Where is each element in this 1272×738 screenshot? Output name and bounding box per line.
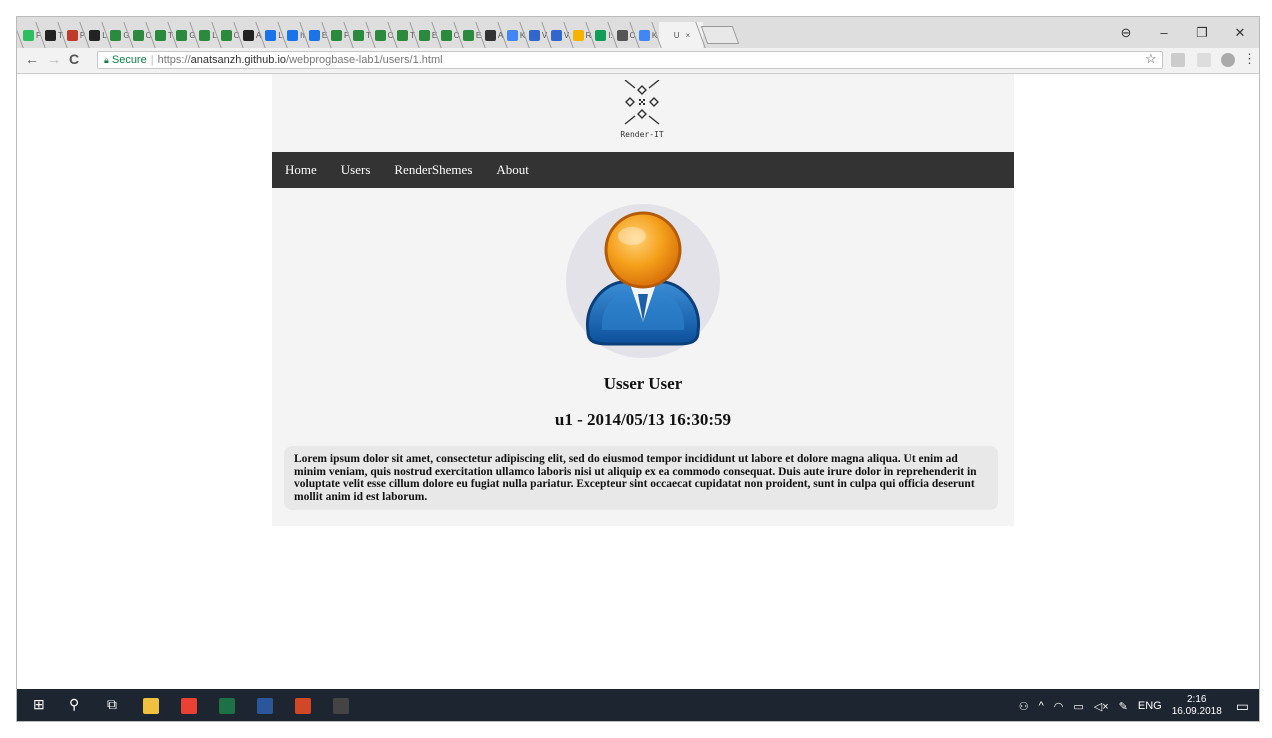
tabs: F T P L G C T G L C A Lh E F T C T E C E A K V V R I: C K U ×: [21, 22, 740, 48]
github-icon: [242, 29, 254, 41]
tab-title: U: [673, 30, 680, 40]
nav-home[interactable]: Home: [285, 162, 317, 178]
people-icon[interactable]: ⚇: [1019, 700, 1029, 713]
site-header: Render-IT: [272, 74, 1014, 152]
chevron-up-icon[interactable]: ^: [1039, 700, 1044, 712]
address-bar[interactable]: 🔒︎ Secure | https://anatsanzh.github.io/we…: [97, 51, 1163, 69]
drive-icon: [572, 29, 584, 41]
tab-strip: F T P L G C T G L C A Lh E F T C T E C E A K V V R I: C K U × ⊖ – ❐ ✕: [17, 17, 1259, 48]
code-icon: [199, 29, 211, 41]
code-icon: [220, 29, 232, 41]
system-tray: ⚇ ^ ◠ ▭ ◁× ✎ ENG 2:16 16.09.2018 ▭: [1019, 689, 1259, 721]
secure-label: Secure: [111, 54, 147, 66]
site-nav: Home Users RenderShemes About: [272, 152, 1014, 188]
wikipedia-icon: [550, 29, 562, 41]
pb-icon: [616, 29, 628, 41]
profile-icon: [66, 29, 78, 41]
chrome-icon[interactable]: [181, 698, 197, 714]
url-host: anatsanzh.github.io: [190, 54, 287, 66]
extension-icon[interactable]: [1221, 53, 1235, 67]
code-icon: [132, 29, 144, 41]
url-scheme: https://: [157, 54, 191, 66]
window-controls: ⊖ – ❐ ✕: [1107, 17, 1259, 48]
wikipedia-icon: [528, 29, 540, 41]
code-icon: [462, 29, 474, 41]
extension-icon[interactable]: [1197, 53, 1211, 67]
browser-toolbar: ← → C 🔒︎ Secure | https://anatsanzh.github…: [17, 48, 1259, 74]
code-icon: [440, 29, 452, 41]
drive-icon: [595, 29, 607, 41]
site-logo[interactable]: Render-IT: [612, 79, 672, 144]
nav-renderschemes[interactable]: RenderShemes: [394, 162, 472, 178]
nav-users[interactable]: Users: [341, 162, 371, 178]
pen-icon[interactable]: ✎: [1119, 700, 1128, 713]
code-icon: [331, 29, 343, 41]
word-icon[interactable]: [257, 698, 273, 714]
docs-icon: [638, 29, 650, 41]
notifications-icon[interactable]: ▭: [1236, 698, 1249, 715]
profile-icon[interactable]: ⊖: [1107, 25, 1145, 41]
menu-icon[interactable]: ⋮: [1243, 51, 1256, 67]
user-avatar-icon: [566, 204, 720, 358]
clock-date: 16.09.2018: [1171, 706, 1222, 717]
windows-start-icon[interactable]: ⊞: [33, 696, 45, 713]
logo-icon: [624, 79, 660, 125]
code-icon: [397, 29, 409, 41]
bookmark-star-icon[interactable]: ☆: [1145, 51, 1157, 67]
docs-icon: [506, 29, 518, 41]
explorer-icon[interactable]: [143, 698, 159, 714]
minimize-button[interactable]: –: [1145, 25, 1183, 40]
new-tab-button[interactable]: [700, 22, 740, 48]
slides-icon: [265, 29, 277, 41]
restore-button[interactable]: ❐: [1183, 25, 1221, 41]
clock[interactable]: 2:16 16.09.2018: [1172, 694, 1222, 718]
tab-close-icon[interactable]: ×: [686, 31, 691, 40]
slides-icon: [287, 29, 299, 41]
task-view-icon[interactable]: ⧉: [107, 696, 117, 713]
evernote-icon: [23, 29, 35, 41]
user-bio: Lorem ipsum dolor sit amet, consectetur …: [284, 446, 998, 510]
forward-button[interactable]: →: [47, 51, 61, 67]
wifi-icon[interactable]: ◠: [1054, 700, 1064, 713]
clock-time: 2:16: [1187, 694, 1207, 705]
code-icon: [155, 29, 167, 41]
url-path: /webprogbase-lab1/users/1.html: [286, 54, 443, 66]
search-icon[interactable]: ⚲: [69, 696, 79, 713]
logo-text: Render-IT: [620, 130, 664, 139]
back-button[interactable]: ←: [25, 51, 39, 67]
lock-icon: 🔒︎: [104, 55, 109, 65]
medium-icon: [45, 29, 57, 41]
code-icon: [353, 29, 365, 41]
site-container: Render-IT Home Users RenderShemes About: [272, 74, 1014, 526]
reload-button[interactable]: C: [69, 51, 79, 67]
code-icon: [176, 29, 188, 41]
user-name: Usser User: [603, 374, 683, 393]
nav-about[interactable]: About: [496, 162, 529, 178]
slides-icon: [308, 29, 320, 41]
extension-icon[interactable]: [1171, 53, 1185, 67]
screen: F T P L G C T G L C A Lh E F T C T E C E A K V V R I: C K U × ⊖ – ❐ ✕…: [16, 16, 1260, 722]
close-button[interactable]: ✕: [1221, 25, 1259, 41]
excel-icon[interactable]: [219, 698, 235, 714]
user-meta: u1 - 2014/05/13 16:30:59: [554, 410, 732, 429]
github-icon: [89, 29, 101, 41]
terminal-icon[interactable]: [333, 698, 349, 714]
language-indicator[interactable]: ENG: [1138, 700, 1162, 712]
code-icon: [110, 29, 122, 41]
powerpoint-icon[interactable]: [295, 698, 311, 714]
code-icon: [418, 29, 430, 41]
volume-icon[interactable]: ◁×: [1094, 700, 1109, 713]
new-tab-icon: [700, 26, 740, 44]
user-avatar: [566, 204, 720, 358]
code-icon: [374, 29, 386, 41]
taskbar: ⊞ ⚲ ⧉ ⚇ ^ ◠ ▭ ◁× ✎ ENG 2:16 16.09.2018 ▭: [17, 689, 1259, 721]
sitemap-icon: [484, 29, 496, 41]
page-viewport: Render-IT Home Users RenderShemes About: [17, 74, 1259, 689]
battery-icon[interactable]: ▭: [1073, 700, 1083, 713]
